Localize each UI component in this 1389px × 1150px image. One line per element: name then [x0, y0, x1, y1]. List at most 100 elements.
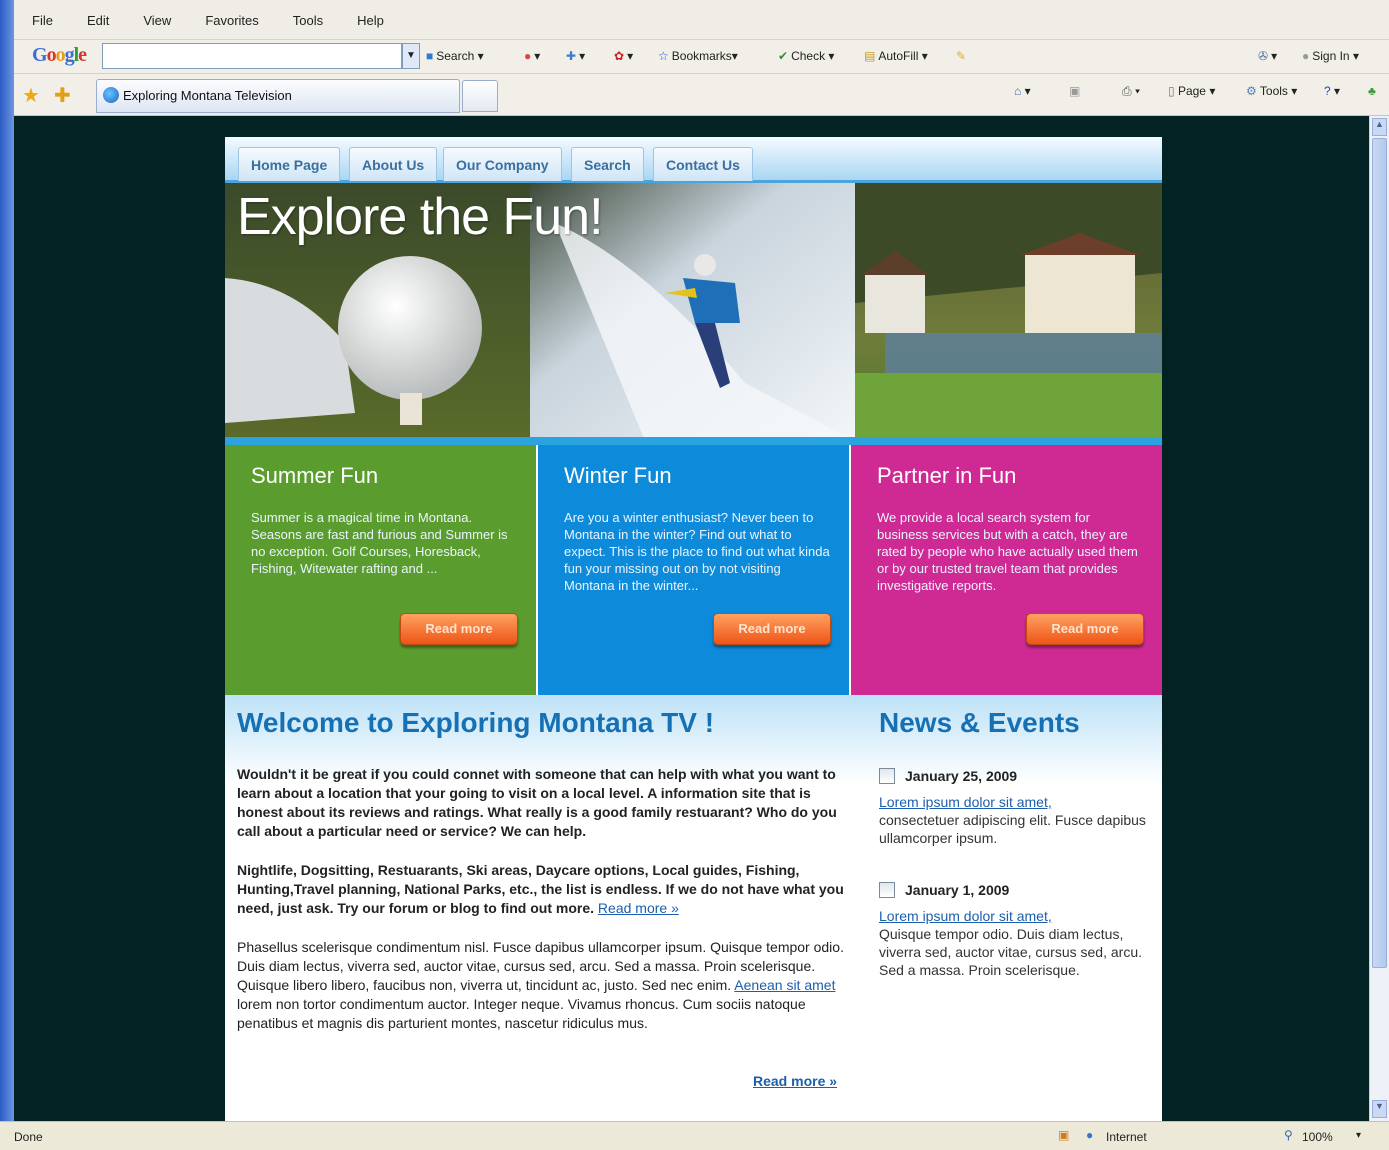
signin-icon: ● [1302, 49, 1310, 63]
check-button[interactable]: ✔ Check ▾ [778, 49, 834, 63]
window-left-edge [0, 0, 14, 1150]
services-paragraph: Nightlife, Dogsitting, Restuarants, Ski … [237, 862, 844, 916]
lorem-paragraph: Phasellus scelerisque condimentum nisl. … [237, 939, 844, 974]
favorites-star-icon[interactable]: ★ [22, 83, 40, 108]
news-list: January 25, 2009 Lorem ipsum dolor sit a… [879, 765, 1149, 1011]
news-date: January 1, 2009 [905, 882, 1010, 898]
browser-window: File Edit View Favorites Tools Help Google ▼ … [0, 0, 1389, 1150]
scroll-thumb[interactable] [1372, 138, 1387, 968]
share-icon[interactable]: ✚ ▾ [566, 49, 585, 63]
menu-tools[interactable]: Tools [293, 13, 323, 28]
help-icon[interactable]: ? ▾ [1324, 84, 1340, 98]
nav-company[interactable]: Our Company [443, 147, 562, 181]
lake [885, 333, 1162, 373]
read-more-button[interactable]: Read more [1026, 613, 1144, 645]
page-viewport: Home Page About Us Our Company Search Co… [14, 116, 1369, 1121]
autofill-icon: ▤ [864, 49, 876, 63]
google-search-button[interactable]: ■ Search ▾ [426, 49, 484, 63]
spellcheck-icon: ✔ [778, 49, 789, 63]
menu-file[interactable]: File [32, 13, 53, 28]
read-more-button[interactable]: Read more [400, 613, 518, 645]
highlight-icon[interactable]: ✎ [956, 49, 969, 63]
box-text: Summer is a magical time in Montana. Sea… [251, 510, 508, 576]
golf-ball-icon [338, 256, 482, 400]
aenean-link[interactable]: Aenean sit amet [734, 977, 835, 993]
news-text: consectetuer adipiscing elit. Fusce dapi… [879, 812, 1146, 846]
bookmarks-button[interactable]: ☆ Bookmarks▾ [658, 49, 738, 63]
news-date: January 25, 2009 [905, 768, 1018, 784]
news-item: January 1, 2009 Lorem ipsum dolor sit am… [879, 879, 1149, 979]
hero-divider [225, 437, 1162, 445]
google-search-icon: ■ [426, 49, 434, 63]
popup-status-icon: ▣ [1058, 1128, 1070, 1142]
autofill-button[interactable]: ▤ AutoFill ▾ [864, 49, 928, 63]
summer-fun-box: Summer Fun Summer is a magical time in M… [225, 445, 536, 695]
box-title: Summer Fun [251, 463, 379, 488]
add-favorites-icon[interactable]: ✚ [54, 83, 71, 108]
star-icon: ☆ [658, 49, 669, 63]
ie-page-icon [103, 87, 119, 103]
feeds-icon[interactable]: ▣ [1069, 84, 1080, 98]
news-link[interactable]: Lorem ipsum dolor sit amet, [879, 908, 1052, 924]
menu-favorites[interactable]: Favorites [205, 13, 258, 28]
zoom-icon[interactable]: ⚲ [1284, 1128, 1293, 1142]
lorem-paragraph-3: lorem non tortor condimentum auctor. Int… [237, 996, 806, 1031]
content-area: Welcome to Exploring Montana TV ! Wouldn… [225, 695, 1162, 1121]
lorem-paragraph-2: Quisque libero libero, faucibus non, viv… [237, 977, 732, 993]
scroll-up-arrow[interactable]: ▲ [1372, 118, 1387, 136]
winter-fun-box: Winter Fun Are you a winter enthusiast? … [538, 445, 849, 695]
nav-search[interactable]: Search [571, 147, 644, 181]
welcome-title: Welcome to Exploring Montana TV ! [237, 707, 715, 738]
menu-edit[interactable]: Edit [87, 13, 109, 28]
box-text: We provide a local search system for bus… [877, 510, 1138, 593]
news-title: News & Events [879, 707, 1080, 738]
main-read-more-link[interactable]: Read more » [753, 1073, 837, 1089]
nav-contact[interactable]: Contact Us [653, 147, 753, 181]
vertical-scrollbar[interactable]: ▲ ▼ [1369, 116, 1389, 1121]
home-icon[interactable]: ⌂ ▾ [1014, 84, 1031, 98]
menu-help[interactable]: Help [357, 13, 384, 28]
news-link[interactable]: Lorem ipsum dolor sit amet, [879, 794, 1052, 810]
google-search-dropdown[interactable]: ▼ [402, 43, 420, 69]
research-icon[interactable]: ♣ [1368, 84, 1376, 98]
welcome-content: Wouldn't it be great if you could connet… [237, 765, 847, 1033]
popup-blocker-icon[interactable]: ● ▾ [524, 49, 540, 63]
hero-title: Explore the Fun! [237, 188, 604, 246]
calendar-icon [879, 768, 895, 784]
nav-about[interactable]: About Us [349, 147, 438, 181]
services-read-more-link[interactable]: Read more » [598, 900, 679, 916]
menu-view[interactable]: View [143, 13, 171, 28]
status-text: Done [14, 1130, 43, 1144]
scroll-down-arrow[interactable]: ▼ [1372, 1100, 1387, 1118]
tab-exploring-montana[interactable]: Exploring Montana Television [96, 79, 460, 113]
google-toolbar: Google ▼ ■ Search ▾ ● ▾ ✚ ▾ ✿ ▾ ☆ Bookmarks▾ … [14, 40, 1389, 74]
pagerank-icon[interactable]: ✿ ▾ [614, 49, 633, 63]
hero-banner: Explore the Fun! [225, 183, 1162, 441]
status-bar: Done ▣ ● Internet ⚲ 100% ▾ [0, 1121, 1389, 1150]
news-item: January 25, 2009 Lorem ipsum dolor sit a… [879, 765, 1149, 847]
zoom-dropdown[interactable]: ▾ [1356, 1130, 1361, 1141]
page-menu[interactable]: ▯ Page ▾ [1168, 84, 1215, 98]
partner-fun-box: Partner in Fun We provide a local search… [851, 445, 1162, 695]
sign-in-button[interactable]: ● Sign In ▾ [1302, 49, 1359, 63]
read-more-button[interactable]: Read more [713, 613, 831, 645]
tools-menu[interactable]: ⚙ Tools ▾ [1246, 84, 1297, 98]
menu-bar: File Edit View Favorites Tools Help [14, 0, 1389, 40]
hotel-building [1025, 253, 1135, 333]
globe-icon: ● [1086, 1128, 1094, 1142]
nav-home[interactable]: Home Page [238, 147, 341, 181]
zoom-level[interactable]: 100% [1302, 1130, 1333, 1144]
print-icon[interactable]: ⎙ ▾ [1122, 84, 1140, 99]
intro-paragraph: Wouldn't it be great if you could connet… [237, 766, 837, 839]
news-text: Quisque tempor odio. Duis diam lectus, v… [879, 926, 1142, 978]
tab-bar: ★ ✚ Exploring Montana Television ⌂ ▾ ▣ ⎙… [14, 74, 1389, 116]
calendar-icon [879, 882, 895, 898]
box-text: Are you a winter enthusiast? Never been … [564, 510, 830, 593]
site-page: Home Page About Us Our Company Search Co… [225, 137, 1162, 1121]
new-tab-button[interactable] [462, 80, 498, 112]
google-search-input[interactable] [102, 43, 402, 69]
box-title: Partner in Fun [877, 463, 1017, 488]
wrench-icon[interactable]: ✇ ▾ [1258, 49, 1277, 63]
box-title: Winter Fun [564, 463, 672, 488]
site-nav: Home Page About Us Our Company Search Co… [225, 137, 1162, 183]
